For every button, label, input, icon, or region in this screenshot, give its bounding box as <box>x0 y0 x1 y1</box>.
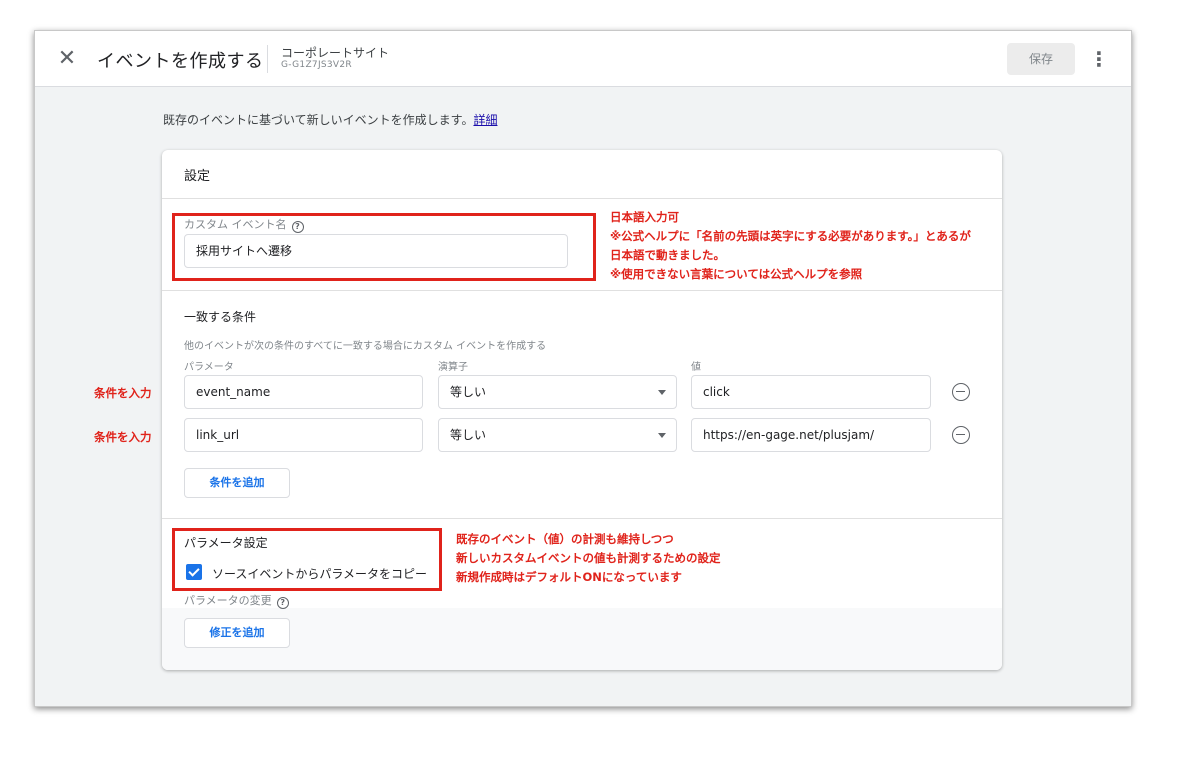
annotation-row1-note: 条件を入力 <box>94 386 152 400</box>
condition-value-input[interactable]: https://en-gage.net/plusjam/ <box>691 418 931 452</box>
annotation-event-name-note: 日本語入力可 ※公式ヘルプに「名前の先頭は英字にする必要があります。」とあるが … <box>610 208 971 284</box>
col-parameter-header: パラメータ <box>184 362 234 373</box>
annotation-line: ※公式ヘルプに「名前の先頭は英字にする必要があります。」とあるが <box>610 229 971 243</box>
condition-operator-value: 等しい <box>450 385 487 399</box>
condition-operator-select[interactable]: 等しい <box>438 375 677 409</box>
conditions-description: 他のイベントが次の条件のすべてに一致する場合にカスタム イベントを作成する <box>184 341 547 352</box>
remove-condition-icon[interactable] <box>952 426 970 444</box>
conditions-title: 一致する条件 <box>184 310 257 324</box>
condition-value-input[interactable]: click <box>691 375 931 409</box>
annotation-line: 日本語入力可 <box>610 210 679 224</box>
modify-params-label-wrap: パラメータの変更? <box>184 592 289 609</box>
card-divider <box>162 198 1002 199</box>
create-event-window: ✕ イベントを作成する コーポレートサイト G-G1Z7JS3V2R 保存 ⋮ … <box>34 30 1132 707</box>
annotation-line: 日本語で動きました。 <box>610 248 725 262</box>
annotation-box-params <box>172 528 442 591</box>
condition-operator-value: 等しい <box>450 428 487 442</box>
intro-description: 既存のイベントに基づいて新しいイベントを作成します。 <box>163 113 474 127</box>
annotation-line: 新しいカスタムイベントの値も計測するための設定 <box>456 551 721 565</box>
condition-operator-select[interactable]: 等しい <box>438 418 677 452</box>
condition-parameter-input[interactable]: event_name <box>184 375 423 409</box>
chevron-down-icon <box>658 433 666 438</box>
col-operator-header: 演算子 <box>438 362 468 373</box>
header-divider <box>267 45 268 73</box>
help-icon[interactable]: ? <box>276 597 289 609</box>
add-condition-button[interactable]: 条件を追加 <box>184 468 290 498</box>
annotation-params-note: 既存のイベント（値）の計測も維持しつつ 新しいカスタムイベントの値も計測するため… <box>456 530 721 587</box>
col-value-header: 値 <box>691 362 701 373</box>
annotation-row2-note: 条件を入力 <box>94 430 152 444</box>
condition-parameter-input[interactable]: link_url <box>184 418 423 452</box>
top-bar: ✕ イベントを作成する コーポレートサイト G-G1Z7JS3V2R 保存 ⋮ <box>35 31 1131 87</box>
more-vert-icon[interactable]: ⋮ <box>1089 45 1109 73</box>
annotation-box-event-name <box>172 213 596 281</box>
annotation-line: 既存のイベント（値）の計測も維持しつつ <box>456 532 674 546</box>
modify-params-label: パラメータの変更 <box>184 594 272 607</box>
property-name: コーポレートサイト <box>281 46 390 60</box>
save-button[interactable]: 保存 <box>1007 43 1075 75</box>
add-modification-button[interactable]: 修正を追加 <box>184 618 290 648</box>
remove-condition-icon[interactable] <box>952 383 970 401</box>
learn-more-link[interactable]: 詳細 <box>473 113 497 127</box>
page-title: イベントを作成する <box>97 51 264 72</box>
close-icon[interactable]: ✕ <box>55 47 79 71</box>
section-divider <box>162 518 1002 519</box>
section-divider <box>162 290 1002 291</box>
card-title: 設定 <box>184 169 211 184</box>
property-id: G-G1Z7JS3V2R <box>281 60 352 70</box>
annotation-line: 新規作成時はデフォルトONになっています <box>456 570 682 584</box>
chevron-down-icon <box>658 390 666 395</box>
intro-text: 既存のイベントに基づいて新しいイベントを作成します。詳細 <box>163 111 497 128</box>
annotation-line: ※使用できない言葉については公式ヘルプを参照 <box>610 267 863 281</box>
